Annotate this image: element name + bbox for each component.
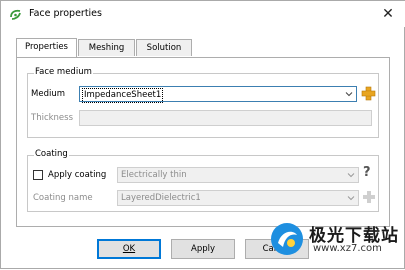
watermark-url: www.xz7.com: [313, 243, 382, 254]
tab-meshing[interactable]: Meshing: [78, 39, 135, 56]
tab-properties[interactable]: Properties: [16, 38, 77, 57]
title-bar: Face properties ✕: [1, 1, 405, 27]
apply-button[interactable]: Apply: [171, 239, 235, 259]
close-icon[interactable]: ✕: [379, 5, 397, 23]
coating-name-value: LayeredDielectric1: [121, 193, 201, 203]
medium-select[interactable]: ImpedanceSheet1: [79, 86, 357, 103]
thickness-field[interactable]: [79, 110, 372, 126]
chevron-down-icon: [345, 92, 353, 97]
face-medium-group: Face medium Medium ImpedanceSheet1 Thick…: [27, 67, 379, 138]
medium-label: Medium: [31, 89, 65, 99]
coating-type-select[interactable]: Electrically thin: [117, 167, 359, 183]
dialog-window: Face properties ✕ Properties Meshing Sol…: [0, 0, 405, 269]
apply-button-label: Apply: [191, 244, 215, 254]
coating-title: Coating: [34, 149, 69, 159]
ok-button[interactable]: OK: [97, 239, 161, 259]
coating-name-label: Coating name: [33, 193, 93, 203]
coating-type-value: Electrically thin: [121, 170, 187, 180]
help-icon[interactable]: ?: [363, 165, 371, 180]
apply-coating-checkbox[interactable]: [33, 170, 43, 180]
ok-button-label: OK: [122, 244, 136, 254]
apply-coating-label: Apply coating: [48, 170, 107, 180]
watermark: 极光下载站 www.xz7.com: [269, 217, 405, 270]
chevron-down-icon: [347, 196, 355, 201]
properties-panel: Face medium Medium ImpedanceSheet1 Thick…: [16, 57, 390, 227]
chevron-down-icon: [347, 173, 355, 178]
thickness-label: Thickness: [31, 113, 74, 123]
watermark-logo-icon: [271, 223, 303, 255]
medium-value: ImpedanceSheet1: [82, 88, 164, 103]
face-medium-title: Face medium: [34, 67, 93, 77]
tab-solution[interactable]: Solution: [136, 39, 192, 56]
add-coating-icon[interactable]: [362, 190, 376, 204]
app-icon: [10, 9, 21, 20]
coating-group: Coating Apply coating Electrically thin …: [27, 149, 379, 212]
coating-name-select[interactable]: LayeredDielectric1: [117, 190, 359, 206]
add-medium-icon[interactable]: [361, 86, 376, 101]
window-title: Face properties: [29, 8, 102, 19]
